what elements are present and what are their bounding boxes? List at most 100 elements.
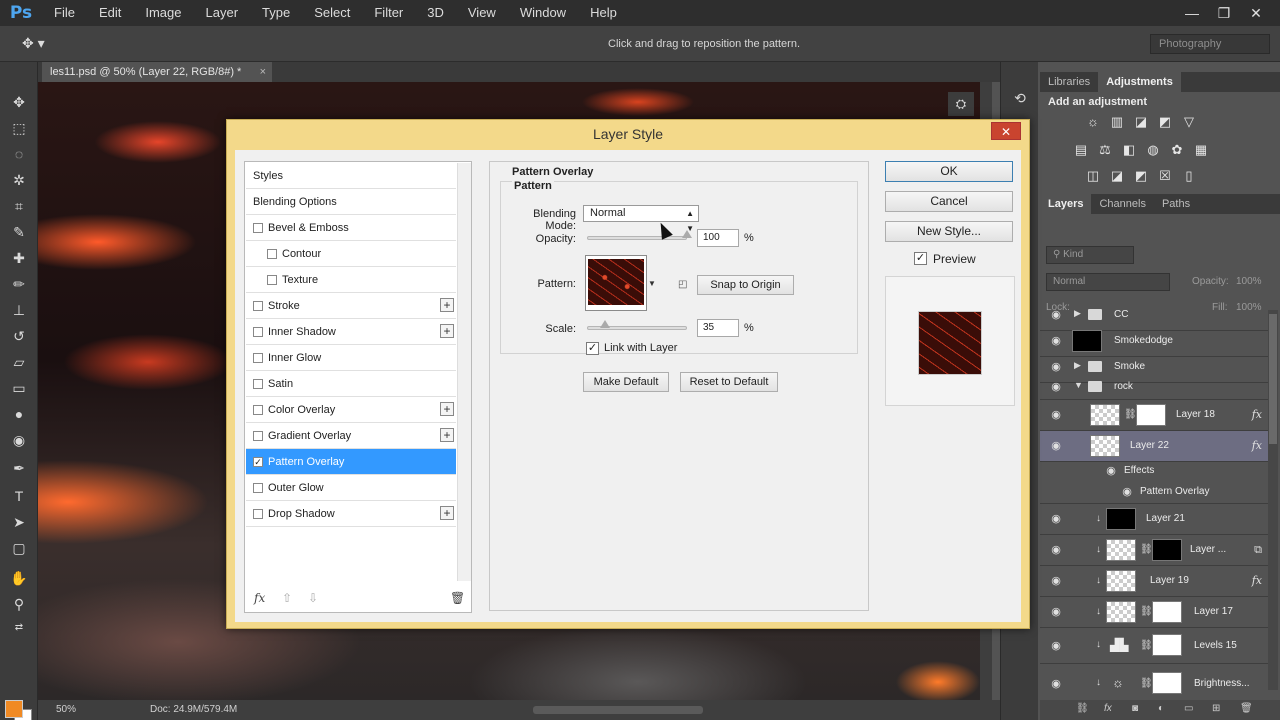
layers-scroll-thumb[interactable] [1269, 314, 1277, 444]
link-icon[interactable]: ⛓ [1140, 606, 1153, 617]
menu-type[interactable]: Type [250, 0, 302, 26]
effect-eye-icon[interactable]: ◉ [1120, 485, 1134, 499]
style-checkbox[interactable]: ✓ [253, 457, 263, 467]
style-item-pattern-overlay[interactable]: ✓ Pattern Overlay [246, 449, 456, 475]
visibility-eye-icon[interactable]: ◉ [1049, 360, 1063, 374]
dodge-icon[interactable]: ◉ [9, 430, 29, 450]
visibility-eye-icon[interactable]: ◉ [1049, 334, 1063, 348]
style-checkbox[interactable] [267, 275, 277, 285]
visibility-eye-icon[interactable]: ◉ [1049, 543, 1063, 557]
magic-wand-icon[interactable]: ✲ [9, 170, 29, 190]
black-white-icon[interactable]: ◧ [1120, 142, 1138, 158]
layer-row[interactable]: ◉ ⛓ Layer 18 fx [1040, 400, 1268, 431]
pattern-picker[interactable] [585, 255, 647, 311]
fx-icon[interactable]: fx [1252, 408, 1262, 421]
expand-icon[interactable]: ▶ [1074, 360, 1081, 371]
collapse-icon[interactable]: ▼ [1074, 380, 1083, 390]
opacity-slider-handle[interactable] [682, 230, 692, 238]
menu-view[interactable]: View [456, 0, 508, 26]
new-style-button[interactable]: New Style... [885, 221, 1013, 242]
visibility-eye-icon[interactable]: ◉ [1049, 380, 1063, 394]
brush-icon[interactable]: ✏ [9, 274, 29, 294]
curves-icon[interactable]: ◪ [1132, 114, 1150, 130]
zoom-level[interactable]: 50% [56, 704, 76, 715]
menu-file[interactable]: File [42, 0, 87, 26]
close-window-button[interactable]: ✕ [1240, 0, 1272, 26]
eraser-icon[interactable]: ▱ [9, 352, 29, 372]
style-checkbox[interactable] [253, 431, 263, 441]
cancel-button[interactable]: Cancel [885, 191, 1013, 212]
tab-layers[interactable]: Layers [1040, 194, 1092, 214]
type-icon[interactable]: T [9, 486, 29, 506]
style-item-outer-glow[interactable]: Outer Glow [246, 475, 456, 501]
visibility-eye-icon[interactable]: ◉ [1049, 605, 1063, 619]
layer-row[interactable]: ◉ ↓ Layer 19 fx [1040, 566, 1268, 597]
hand-icon[interactable]: ✋ [9, 568, 29, 588]
fx-menu-icon[interactable]: fx [254, 591, 265, 605]
blend-mode-select[interactable]: Normal ▲ ▼ [583, 205, 699, 233]
visibility-eye-icon[interactable]: ◉ [1049, 677, 1063, 691]
style-item-texture[interactable]: Texture [246, 267, 456, 293]
visibility-eye-icon[interactable]: ◉ [1049, 512, 1063, 526]
workspace-select[interactable]: Photography [1150, 34, 1270, 54]
delete-layer-icon[interactable]: 🗑 [1240, 703, 1253, 714]
color-lookup-icon[interactable]: ▦ [1192, 142, 1210, 158]
canvas-horizontal-scrollbar[interactable] [533, 706, 703, 714]
style-checkbox[interactable] [253, 483, 263, 493]
style-checkbox[interactable] [253, 301, 263, 311]
add-effect-icon[interactable]: + [440, 298, 454, 312]
layers-scrollbar[interactable] [1268, 310, 1278, 690]
panel-collapse-icon[interactable]: ⛭ [948, 92, 974, 116]
gradient-icon[interactable]: ▭ [9, 378, 29, 398]
visibility-eye-icon[interactable]: ◉ [1049, 308, 1063, 322]
style-item-drop-shadow[interactable]: Drop Shadow + [246, 501, 456, 527]
style-item-styles[interactable]: Styles [246, 163, 456, 189]
style-checkbox[interactable] [253, 405, 263, 415]
link-icon[interactable]: ⛓ [1140, 544, 1153, 555]
menu-select[interactable]: Select [302, 0, 362, 26]
style-checkbox[interactable] [253, 379, 263, 389]
opacity-slider[interactable] [587, 236, 687, 240]
menu-layer[interactable]: Layer [194, 0, 251, 26]
effect-item-row[interactable]: ◉ Pattern Overlay [1040, 482, 1268, 504]
new-preset-icon[interactable]: ◰ [678, 279, 687, 290]
visibility-eye-icon[interactable]: ◉ [1049, 408, 1063, 422]
delete-effect-icon[interactable]: 🗑 [450, 591, 465, 605]
style-item-color-overlay[interactable]: Color Overlay + [246, 397, 456, 423]
crop-icon[interactable]: ⌗ [9, 196, 29, 216]
path-select-icon[interactable]: ➤ [9, 512, 29, 532]
menu-image[interactable]: Image [133, 0, 193, 26]
style-item-gradient-overlay[interactable]: Gradient Overlay + [246, 423, 456, 449]
close-tab-icon[interactable]: × [260, 62, 266, 82]
add-effect-icon[interactable]: + [440, 402, 454, 416]
exposure-icon[interactable]: ◩ [1156, 114, 1174, 130]
selective-color-icon[interactable]: ▯ [1180, 168, 1198, 184]
link-icon[interactable]: ⛓ [1140, 640, 1153, 651]
preview-checkbox[interactable]: ✓ [914, 252, 927, 265]
styles-scrollbar[interactable] [457, 163, 471, 581]
swap-colors-icon[interactable]: ⇄ [9, 618, 29, 638]
zoom-icon[interactable]: ⚲ [9, 594, 29, 614]
blur-icon[interactable]: ● [9, 404, 29, 424]
invert-icon[interactable]: ◫ [1084, 168, 1102, 184]
move-down-icon[interactable]: ⇩ [308, 591, 318, 605]
dialog-close-button[interactable]: ✕ [991, 122, 1021, 140]
style-item-inner-glow[interactable]: Inner Glow [246, 345, 456, 371]
reset-to-default-button[interactable]: Reset to Default [680, 372, 778, 392]
pen-icon[interactable]: ✒ [9, 458, 29, 478]
menu-edit[interactable]: Edit [87, 0, 133, 26]
snap-to-origin-button[interactable]: Snap to Origin [697, 275, 794, 295]
menu-help[interactable]: Help [578, 0, 629, 26]
move-tool-icon[interactable]: ✥ ▾ [22, 35, 45, 52]
marquee-icon[interactable]: ⬚ [9, 118, 29, 138]
move-icon[interactable]: ✥ [9, 92, 29, 112]
layer-row[interactable]: ◉ ↓ ⛓ Layer ... ⧉ [1040, 535, 1268, 566]
layer-row[interactable]: ◉ ↓ ⛓ Layer 17 [1040, 597, 1268, 628]
new-layer-icon[interactable]: ⊞ [1212, 703, 1220, 714]
style-item-contour[interactable]: Contour [246, 241, 456, 267]
menu-window[interactable]: Window [508, 0, 578, 26]
gradient-map-icon[interactable]: ☒ [1156, 168, 1174, 184]
posterize-icon[interactable]: ◪ [1108, 168, 1126, 184]
style-item-satin[interactable]: Satin [246, 371, 456, 397]
tab-libraries[interactable]: Libraries [1040, 72, 1098, 92]
